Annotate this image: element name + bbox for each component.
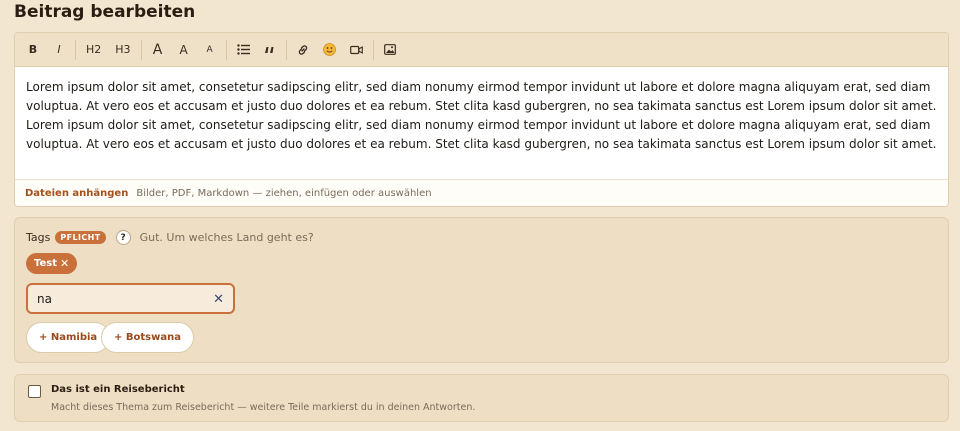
- attach-files-link[interactable]: Dateien anhängen: [25, 188, 128, 199]
- attach-hint: Bilder, PDF, Markdown — ziehen, einfügen…: [136, 188, 432, 199]
- travel-report-title: Das ist ein Reisebericht: [51, 384, 185, 395]
- tags-header: Tags PFLICHT ? Gut. Um welches Land geht…: [26, 230, 314, 245]
- remove-tag-icon[interactable]: ✕: [60, 257, 69, 270]
- heading2-button[interactable]: H2: [82, 38, 105, 62]
- suggestion-namibia[interactable]: + Namibia: [26, 322, 111, 353]
- image-button[interactable]: [380, 38, 400, 62]
- image-icon: [383, 44, 396, 55]
- clear-input-icon[interactable]: ✕: [213, 291, 224, 307]
- suggestion-botswana[interactable]: + Botswana: [101, 322, 194, 353]
- page-title: Beitrag bearbeiten: [14, 2, 196, 22]
- travel-report-description: Macht dieses Thema zum Reisebericht — we…: [51, 402, 476, 413]
- video-button[interactable]: [346, 38, 367, 62]
- tag-search-input[interactable]: [28, 285, 198, 312]
- bold-button[interactable]: B: [23, 38, 43, 62]
- list-icon: [236, 44, 250, 55]
- link-icon: [298, 44, 307, 55]
- tags-label: Tags: [26, 231, 51, 244]
- bullet-list-button[interactable]: [233, 38, 254, 62]
- help-icon[interactable]: ?: [115, 230, 131, 245]
- tags-hint: Gut. Um welches Land geht es?: [139, 231, 314, 244]
- toolbar-divider: [140, 39, 142, 60]
- toolbar-divider: [285, 39, 287, 60]
- tag-chip-test: Test ✕: [26, 253, 78, 274]
- italic-button[interactable]: I: [49, 38, 69, 62]
- toolbar-divider: [372, 39, 374, 60]
- toolbar-divider: [75, 39, 76, 60]
- editor-textarea[interactable]: Lorem ipsum dolor sit amet, consetetur s…: [15, 67, 948, 179]
- quote-icon: [265, 46, 274, 53]
- toolbar-divider: [225, 39, 227, 60]
- font-size-medium-button[interactable]: A: [174, 38, 194, 62]
- emoji-icon: [322, 43, 336, 56]
- post-editor: B I H2 H3 A A A Lorem ipsum dolor sit am…: [14, 32, 949, 207]
- travel-report-checkbox[interactable]: [28, 385, 41, 398]
- link-button[interactable]: [293, 38, 313, 62]
- quote-button[interactable]: [260, 38, 280, 62]
- font-size-small-button[interactable]: A: [200, 38, 220, 62]
- editor-toolbar: B I H2 H3 A A A: [15, 33, 948, 67]
- tags-panel: Tags PFLICHT ? Gut. Um welches Land geht…: [14, 217, 949, 363]
- attachment-bar: Dateien anhängen Bilder, PDF, Markdown —…: [15, 179, 948, 206]
- required-badge: PFLICHT: [55, 231, 106, 244]
- font-size-large-button[interactable]: A: [148, 38, 168, 62]
- travel-report-panel: Das ist ein Reisebericht Macht dieses Th…: [14, 374, 949, 422]
- tag-chip-label: Test: [34, 258, 58, 269]
- tag-input-box: ✕: [26, 283, 235, 314]
- emoji-button[interactable]: [319, 38, 340, 62]
- heading3-button[interactable]: H3: [111, 38, 134, 62]
- video-icon: [349, 45, 363, 54]
